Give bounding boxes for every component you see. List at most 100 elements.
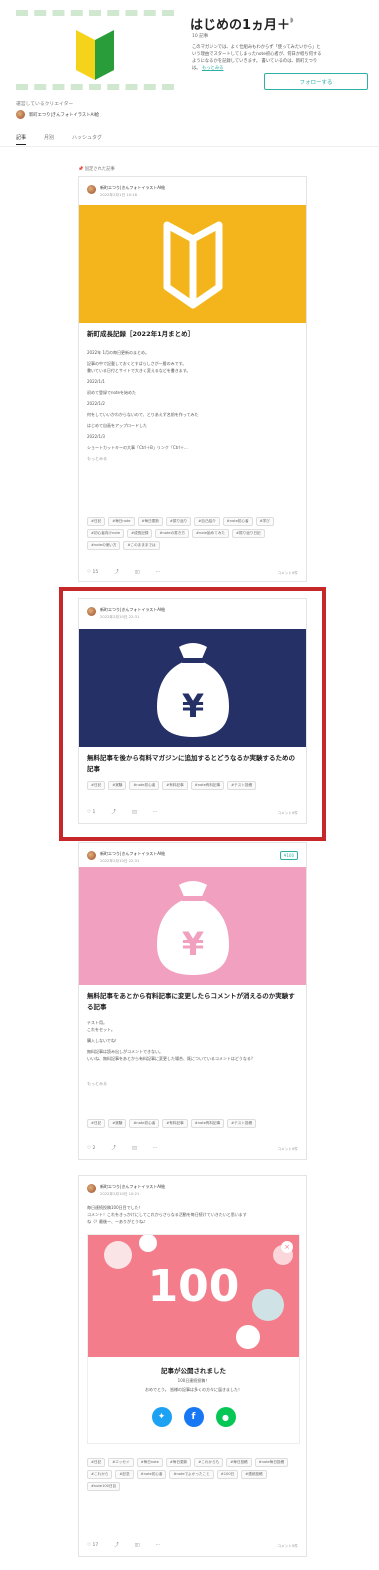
like-button[interactable]: ♡ 1 (87, 810, 95, 815)
hashtag[interactable]: #note初心者 (222, 517, 253, 526)
hashtag[interactable]: #noteでよかったこと (169, 1470, 214, 1479)
action-bar: ♡ 1 ⤴ ▯▯ ··· (87, 809, 157, 816)
facebook-icon[interactable]: f (183, 1407, 204, 1427)
hashtag[interactable]: #テスト投稿 (227, 781, 257, 790)
share-icon[interactable]: ⤴ (111, 1145, 116, 1151)
avatar (87, 185, 96, 194)
comment-count[interactable]: コメント0件 (277, 811, 298, 816)
article-excerpt: 2022年 1月の毎日更新のまとめ。 記事の中で記載しておくとすばらしさが一層の… (87, 349, 299, 462)
comment-count[interactable]: コメント0件 (277, 1147, 298, 1152)
like-button[interactable]: ♡ 2 (87, 1146, 95, 1151)
hashtag[interactable]: #振り返り (165, 517, 192, 526)
hashtag[interactable]: #このまままでは (123, 541, 160, 550)
share-icon[interactable]: ⤴ (111, 809, 116, 815)
creator[interactable]: 新町エつり|きんフォトイラストAI絵 (16, 110, 99, 119)
hashtag[interactable]: #連続投稿 (241, 1470, 267, 1479)
hashtag[interactable]: #note初心者 (129, 1119, 160, 1128)
magazine-add-icon[interactable]: ▯▯ (135, 1543, 140, 1548)
close-icon[interactable]: × (281, 1241, 293, 1253)
avatar (87, 607, 96, 616)
magazine-add-icon[interactable]: ▯▯ (132, 810, 137, 815)
like-button[interactable]: ♡ 15 (87, 570, 98, 575)
magazine-add-icon[interactable]: ▯▯ (132, 1146, 137, 1151)
hashtag[interactable]: #学び (255, 517, 274, 526)
more-icon[interactable]: ··· (156, 570, 160, 575)
hashtag[interactable]: #日記 (87, 517, 106, 526)
hashtag[interactable]: #noteの書き方 (155, 529, 189, 538)
article-card[interactable]: 新町エつり|きんフォトイラストAI絵 2022年2月10日 10:21 毎日連続投… (78, 1175, 307, 1557)
hashtag[interactable]: #エッセイ (108, 1458, 134, 1467)
money-bag-icon: ¥ (157, 643, 229, 737)
article-count: 10 記事 (192, 34, 209, 39)
hashtag[interactable]: #note初心者 (136, 1470, 167, 1479)
share-icon[interactable]: ⤴ (114, 1542, 119, 1548)
hashtag[interactable]: #実験 (108, 781, 127, 790)
hashtag[interactable]: #毎日投稿 (226, 1458, 252, 1467)
hashtag[interactable]: #振り返り日記 (232, 529, 265, 538)
card-author: 新町エつり|きんフォトイラストAI絵 2022年2月10日 10:21 (87, 1184, 165, 1197)
rss-icon[interactable]: ◗ (290, 16, 294, 24)
article-card[interactable]: 新町エつり|きんフォトイラストAI絵 2022年2月10日 22:31 ¥ 無料記… (78, 598, 307, 824)
hashtag[interactable]: #note始めてみた (191, 529, 230, 538)
card-author: 新町エつり|きんフォトイラストAI絵 2022年2月10日 22:31 (87, 851, 165, 864)
hashtag[interactable]: #note初心者 (129, 781, 160, 790)
hashtag[interactable]: #毎日note (136, 1458, 163, 1467)
hashtag[interactable]: #毎日note (108, 517, 135, 526)
hashtag[interactable]: #記念 (115, 1470, 134, 1479)
description-more-link[interactable]: もっとみる (202, 66, 223, 71)
article-title[interactable]: 無料記事をあとから有料記事に変更したらコメントが消えるのか実験する記事 (87, 991, 301, 1013)
tab-monthly[interactable]: 月別 (44, 134, 54, 145)
hashtag[interactable]: #note毎日投稿 (254, 1458, 289, 1467)
hashtag[interactable]: #100日 (216, 1470, 239, 1479)
hashtag[interactable]: #実験 (108, 1119, 127, 1128)
article-card[interactable]: 新町エつり|きんフォトイラストAI絵 2022年2月1日 10:16 新町成長記録… (78, 176, 307, 582)
line-icon[interactable]: ● (215, 1407, 236, 1427)
article-title[interactable]: 無料記事を後から有料マガジンに追加するとどうなるか実験するための記事 (87, 753, 301, 775)
hashtag[interactable]: #有料記事 (162, 781, 188, 790)
hashtag[interactable]: #毎日更新 (165, 1458, 192, 1467)
hashtag[interactable]: #note有料記事 (190, 1119, 225, 1128)
hashtag[interactable]: #note有料記事 (190, 781, 225, 790)
hashtag[interactable]: #有料記事 (162, 1119, 188, 1128)
tag-list: #日記 #エッセイ #毎日note #毎日更新 #これからも #毎日投稿 #note毎日投稿… (87, 1458, 301, 1491)
tag-list: #日記 #毎日note #毎日更新 #振り返り #自己紹介 #note初心者 #学び #初心者… (87, 517, 301, 550)
hashtag[interactable]: #自己紹介 (194, 517, 220, 526)
follow-button[interactable]: フォローする (264, 73, 368, 90)
magazine-description: このマガジンでは、よく仕組みもわからず「使ってみたいから」という理由でスタートし… (192, 45, 322, 71)
tab-articles[interactable]: 記事 (16, 134, 27, 145)
beginner-mark-icon (76, 30, 114, 80)
more-icon[interactable]: ··· (153, 810, 157, 815)
hashtag[interactable]: #日記 (87, 1458, 106, 1467)
hashtag[interactable]: #成長記録 (127, 529, 153, 538)
more-icon[interactable]: ··· (153, 1146, 157, 1151)
hashtag[interactable]: #日記 (87, 1119, 106, 1128)
article-excerpt: テスト用。 これをセット。 購入しないでね！ 無料記事は読み出しがコメントできない… (87, 1019, 299, 1087)
svg-text:¥: ¥ (182, 687, 204, 725)
like-button[interactable]: ♡ 17 (87, 1543, 98, 1548)
hashtag[interactable]: #毎日更新 (137, 517, 163, 526)
hashtag[interactable]: #テスト投稿 (227, 1119, 257, 1128)
hashtag[interactable]: #noteの使い方 (87, 541, 121, 550)
comment-count[interactable]: コメント0件 (277, 1544, 298, 1549)
divider (0, 146, 379, 147)
notice-title: 記事が公開されました (161, 1367, 226, 1375)
card-author: 新町エつり|きんフォトイラストAI絵 2022年2月10日 22:31 (87, 607, 165, 620)
more-icon[interactable]: ··· (156, 1543, 160, 1548)
more-link[interactable]: もっとみる (87, 455, 299, 462)
more-link[interactable]: もっとみる (87, 1080, 299, 1087)
twitter-icon[interactable]: ✦ (151, 1407, 172, 1427)
hashtag[interactable]: #日記 (87, 781, 106, 790)
magazine-add-icon[interactable]: ▯▯ (135, 570, 140, 575)
hashtag[interactable]: #note100日目 (87, 1482, 121, 1491)
article-title[interactable]: 新町成長記録［2022年1月まとめ］ (87, 329, 194, 340)
tag-list: #日記 #実験 #note初心者 #有料記事 #note有料記事 #テスト投稿 (87, 781, 301, 790)
hashtag[interactable]: #これからも (194, 1458, 224, 1467)
share-icon[interactable]: ⤴ (114, 569, 119, 575)
tab-hashtags[interactable]: ハッシュタグ (72, 134, 102, 145)
hashtag[interactable]: #初心者向けnote (87, 529, 125, 538)
comment-count[interactable]: コメント0件 (277, 571, 298, 576)
avatar (87, 1184, 96, 1193)
article-card[interactable]: 新町エつり|きんフォトイラストAI絵 2022年2月10日 22:31 ¥100 … (78, 842, 307, 1160)
hashtag[interactable]: #これから (87, 1470, 113, 1479)
notice-description: おめでとう。 皆様の記事は多くの方々に届きました！ (144, 1387, 243, 1392)
